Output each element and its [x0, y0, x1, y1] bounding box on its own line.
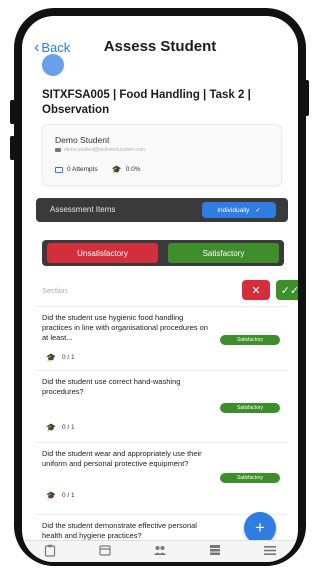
graduation-cap-icon: 🎓: [46, 491, 56, 500]
section-label: Section:: [42, 286, 70, 295]
item-question: Did the student use correct hand-washing…: [42, 377, 181, 396]
item-score: 🎓 0 / 1: [46, 423, 75, 432]
mark-all-unsatisfactory-button[interactable]: ✕: [242, 280, 270, 300]
student-email-row: demo.student@activeeducation.com: [55, 147, 145, 153]
mark-all-satisfactory-button[interactable]: ✓✓: [276, 280, 298, 300]
app-screen: ‹ Back Assess Student SITXFSA005 | Food …: [22, 16, 298, 562]
item-question: Did the student demonstrate effective pe…: [42, 521, 197, 540]
grid-icon: [210, 545, 221, 555]
graduation-cap-icon: 🎓: [46, 423, 56, 432]
tab-calendar[interactable]: [96, 543, 114, 557]
item-score-text: 0 / 1: [61, 424, 75, 431]
page-title: Assess Student: [103, 38, 217, 55]
status-badge[interactable]: Satisfactory: [220, 335, 280, 345]
list-item[interactable]: Did the student use hygienic food handli…: [36, 306, 288, 366]
individually-dropdown[interactable]: Individually ✓: [202, 202, 276, 218]
score-text: 0.0%: [125, 166, 141, 173]
plus-icon: +: [255, 518, 265, 537]
item-score-text: 0 / 1: [61, 492, 75, 499]
unsatisfactory-button[interactable]: Unsatisfactory: [47, 243, 158, 263]
list-item[interactable]: Did the student use correct hand-washing…: [36, 370, 288, 440]
student-name: Demo Student: [55, 135, 110, 145]
section-row: Section: ✕ ✓✓: [36, 278, 298, 302]
individually-label: Individually: [217, 206, 250, 214]
list-item[interactable]: Did the student wear and appropriately u…: [36, 442, 288, 512]
menu-icon: [264, 545, 277, 555]
nav-bar: ‹ Back Assess Student: [22, 16, 298, 76]
satisfaction-toggle: Unsatisfactory Satisfactory: [42, 240, 284, 266]
touch-indicator: [42, 54, 64, 76]
student-card: Demo Student demo.student@activeeducatio…: [42, 124, 282, 186]
calendar-icon: [99, 545, 111, 556]
item-question: Did the student wear and appropriately u…: [42, 449, 202, 468]
course-title: SITXFSA005 | Food Handling | Task 2 | Ob…: [42, 89, 251, 116]
graduation-cap-icon: 🎓: [46, 353, 56, 362]
student-email: demo.student@activeeducation.com: [64, 147, 145, 153]
laptop-icon: [55, 166, 63, 173]
mail-icon: [55, 148, 61, 152]
item-score: 🎓 0 / 1: [46, 491, 75, 500]
attempts-stat: 0 Attempts: [55, 166, 98, 173]
check-icon: ✓: [255, 207, 261, 214]
status-badge[interactable]: Satisfactory: [220, 403, 280, 413]
tab-people[interactable]: [151, 543, 169, 557]
item-question: Did the student use hygienic food handli…: [42, 313, 208, 342]
tab-grid[interactable]: [206, 543, 224, 557]
tab-clipboard[interactable]: [41, 543, 59, 557]
satisfactory-button[interactable]: Satisfactory: [168, 243, 279, 263]
clipboard-icon: [44, 544, 55, 557]
status-badge[interactable]: Satisfactory: [220, 473, 280, 483]
attempts-text: 0 Attempts: [67, 166, 98, 173]
tab-bar: [22, 540, 298, 562]
assessment-items-bar: Assessment Items Individually ✓: [36, 198, 288, 222]
item-score-text: 0 / 1: [61, 354, 75, 361]
graduation-cap-icon: 🎓: [111, 165, 122, 174]
double-check-icon: ✓✓: [280, 284, 298, 297]
student-stats: 0 Attempts 🎓 0.0%: [55, 165, 141, 174]
people-icon: [153, 546, 166, 555]
score-stat: 🎓 0.0%: [112, 165, 141, 174]
item-score: 🎓 0 / 1: [46, 353, 75, 362]
tab-menu[interactable]: [261, 543, 279, 557]
assessment-items-label: Assessment Items: [50, 205, 116, 214]
close-icon: ✕: [251, 284, 261, 297]
